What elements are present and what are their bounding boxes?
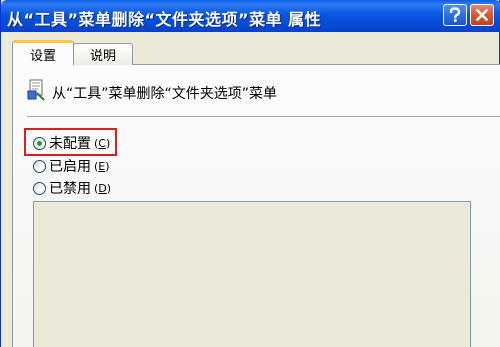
option-enabled[interactable]: 已启用 (E) xyxy=(33,156,110,176)
accel-e: (E) xyxy=(94,159,110,173)
policy-setting-icon xyxy=(27,79,45,101)
policy-name: 从“工具”菜单删除“文件夹选项”菜单 xyxy=(52,86,278,102)
tab-explain[interactable]: 说明 xyxy=(73,43,133,65)
separator xyxy=(27,116,500,117)
properties-dialog: 从“工具”菜单删除“文件夹选项”菜单 属性 设置 说明 从“工具”菜单删除“文件… xyxy=(0,0,500,347)
question-mark-icon xyxy=(449,7,461,22)
highlight-box xyxy=(24,128,117,156)
accel-d: (D) xyxy=(94,181,112,195)
option-enabled-label: 已启用 xyxy=(49,159,91,175)
comment-area xyxy=(33,201,471,347)
title-bar[interactable]: 从“工具”菜单删除“文件夹选项”菜单 属性 xyxy=(1,0,500,32)
radio-enabled[interactable] xyxy=(33,159,46,173)
radio-disabled[interactable] xyxy=(33,181,46,195)
window-title: 从“工具”菜单删除“文件夹选项”菜单 属性 xyxy=(7,10,322,29)
close-button[interactable] xyxy=(470,4,494,26)
tab-settings-label: 设置 xyxy=(29,48,56,64)
option-disabled[interactable]: 已禁用 (D) xyxy=(33,178,111,198)
option-disabled-label: 已禁用 xyxy=(49,181,91,197)
help-button[interactable] xyxy=(443,4,467,26)
close-icon xyxy=(475,8,489,22)
tab-explain-label: 说明 xyxy=(89,49,116,64)
tab-settings[interactable]: 设置 xyxy=(12,40,74,65)
